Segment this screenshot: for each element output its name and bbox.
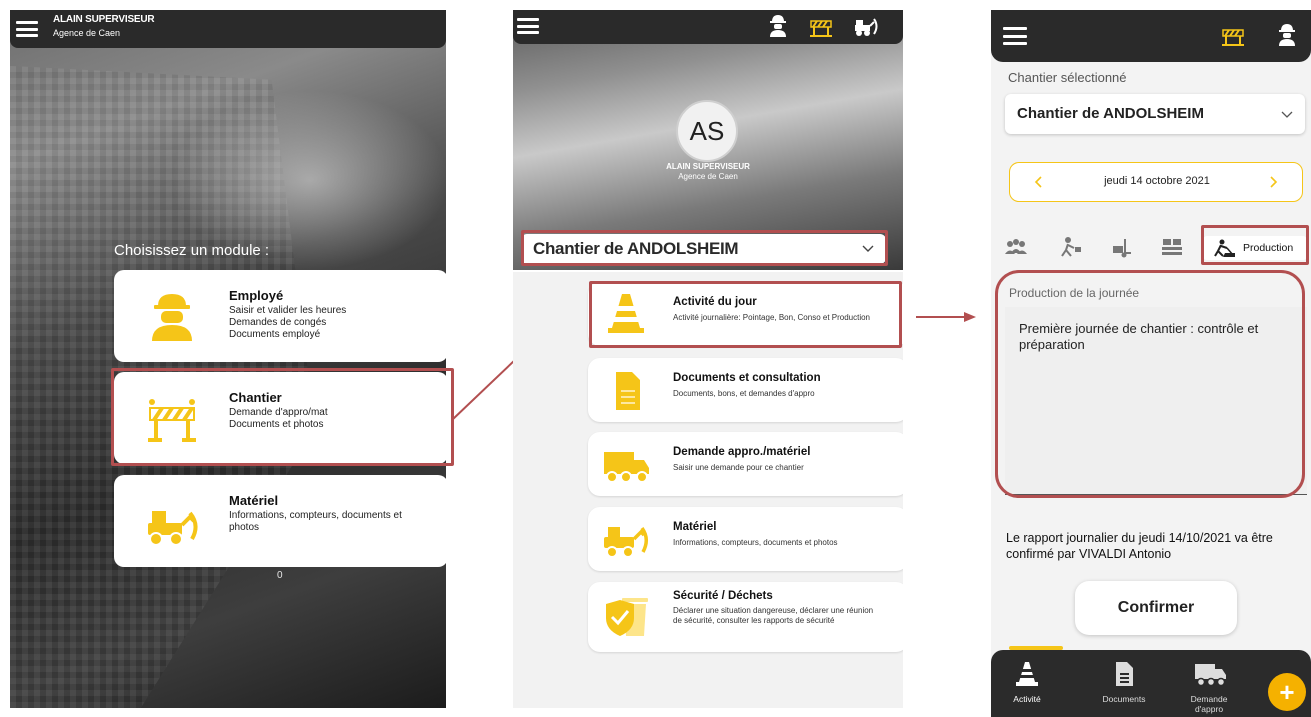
action-card-demande[interactable]: Demande appro./matériel Saisir une deman…: [588, 432, 903, 496]
site-select-value: Chantier de ANDOLSHEIM: [533, 239, 739, 258]
bottom-nav: Activité Documents Demande d'appro: [991, 646, 1311, 717]
chevron-down-icon: [1281, 111, 1293, 118]
worker-icon: [152, 294, 192, 341]
nav-item-demande[interactable]: Demande d'appro: [1177, 650, 1241, 717]
module-desc-line: Documents et photos: [229, 419, 324, 430]
report-confirmation-text: Le rapport journalier du jeudi 14/10/202…: [1006, 531, 1273, 561]
date-picker: jeudi 14 octobre 2021: [1009, 162, 1303, 202]
user-name: ALAIN SUPERVISEUR: [666, 162, 750, 171]
chevron-right-icon[interactable]: [1266, 175, 1280, 189]
truck-icon: [1195, 664, 1226, 687]
arrow-head-2: [964, 312, 976, 322]
module-card-materiel[interactable]: Matériel Informations, compteurs, docume…: [114, 475, 446, 567]
module-desc-line: Documents employé: [229, 329, 321, 340]
production-field-label: Production de la journée: [1009, 286, 1140, 300]
hand-truck-icon[interactable]: [1109, 236, 1135, 258]
page-root: ALAIN SUPERVISEUR Agence de Caen Choisis…: [0, 0, 1311, 717]
action-title: Activité du jour: [673, 296, 757, 308]
worker-walk-icon[interactable]: [1058, 236, 1084, 258]
nav-label: Documents: [1102, 694, 1146, 704]
nav-label: Demande d'appro: [1190, 694, 1228, 714]
team-icon[interactable]: [1003, 236, 1029, 258]
production-textarea[interactable]: Première journée de chantier : contrôle …: [1005, 307, 1307, 495]
action-card-activite[interactable]: Activité du jour Activité journalière: P…: [588, 282, 903, 346]
chevron-down-icon: [862, 245, 874, 252]
site-select-value: Chantier de ANDOLSHEIM: [1017, 105, 1204, 122]
action-title: Demande appro./matériel: [673, 446, 811, 458]
module-title: Chantier: [229, 390, 282, 405]
add-button[interactable]: +: [1268, 673, 1306, 711]
module-description: Demande d'appro/mat Documents et photos: [229, 407, 429, 431]
menu-icon[interactable]: [16, 21, 38, 37]
top-bar: [513, 10, 903, 44]
menu-icon[interactable]: [1003, 27, 1027, 45]
activity-tabs: Production: [991, 232, 1311, 262]
date-value: jeudi 14 octobre 2021: [1104, 175, 1210, 187]
site-select[interactable]: Chantier de ANDOLSHEIM: [1005, 94, 1305, 134]
avatar[interactable]: AS: [676, 100, 738, 162]
user-agency: Agence de Caen: [678, 172, 738, 181]
module-title: Matériel: [229, 493, 279, 508]
site-select[interactable]: Chantier de ANDOLSHEIM: [521, 234, 886, 264]
barrier-icon[interactable]: [808, 14, 834, 38]
module-title: Employé: [229, 288, 284, 303]
cone-icon: [1016, 662, 1038, 686]
selected-site-label: Chantier sélectionné: [1008, 70, 1127, 85]
module-desc-line: Demande d'appro/mat: [229, 407, 328, 418]
loader-icon[interactable]: [853, 14, 879, 38]
screen-module-select: ALAIN SUPERVISEUR Agence de Caen Choisis…: [10, 10, 446, 708]
nav-label: Activité: [1013, 694, 1041, 704]
confirm-button[interactable]: Confirmer: [1075, 581, 1237, 635]
action-card-documents[interactable]: Documents et consultation Documents, bon…: [588, 358, 903, 422]
action-description: Documents, bons, et demandes d'appro: [673, 389, 815, 398]
module-desc-line: Demandes de congés: [229, 317, 327, 328]
barrier-icon: [148, 399, 196, 442]
module-desc-line: Saisir et valider les heures: [229, 305, 347, 316]
truck-icon: [604, 452, 649, 483]
document-icon: [616, 372, 640, 410]
action-description: Informations, compteurs, documents et ph…: [673, 538, 838, 547]
menu-icon[interactable]: [517, 18, 539, 34]
user-name: ALAIN SUPERVISEUR: [53, 14, 155, 25]
action-description: Déclarer une situation dangereuse, décla…: [673, 606, 874, 625]
counter-text: 0: [277, 570, 283, 581]
module-description: Informations, compteurs, documents et ph…: [229, 510, 402, 533]
module-description: Saisir et valider les heures Demandes de…: [229, 305, 429, 341]
barrier-icon[interactable]: [1220, 23, 1246, 47]
module-card-employe[interactable]: Employé Saisir et valider les heures Dem…: [114, 270, 446, 362]
document-icon: [1116, 662, 1133, 686]
digging-worker-icon: [1214, 239, 1235, 257]
production-text: Première journée de chantier : contrôle …: [1019, 321, 1259, 352]
screen-site-menu: AS ALAIN SUPERVISEUR Agence de Caen Chan…: [513, 10, 903, 708]
loader-icon: [148, 511, 198, 546]
action-card-materiel[interactable]: Matériel Informations, compteurs, docume…: [588, 507, 903, 571]
worker-icon[interactable]: [765, 14, 791, 38]
action-title: Matériel: [673, 521, 717, 533]
action-title: Documents et consultation: [673, 372, 821, 384]
action-card-securite[interactable]: Sécurité / Déchets Déclarer une situatio…: [588, 582, 903, 652]
nav-item-documents[interactable]: Documents: [1091, 650, 1157, 717]
tab-production[interactable]: Production: [1203, 236, 1307, 260]
worker-icon[interactable]: [1274, 23, 1300, 47]
top-bar: [991, 10, 1311, 62]
safety-bin-icon: [606, 598, 648, 636]
action-title: Sécurité / Déchets: [673, 590, 773, 602]
tab-production-label: Production: [1243, 242, 1294, 254]
pallet-icon[interactable]: [1159, 236, 1185, 258]
action-description: Activité journalière: Pointage, Bon, Con…: [673, 313, 871, 322]
action-list: Activité du jour Activité journalière: P…: [513, 272, 903, 708]
choose-module-heading: Choisissez un module :: [114, 242, 270, 259]
action-description: Saisir une demande pour ce chantier: [673, 463, 804, 472]
top-bar: ALAIN SUPERVISEUR Agence de Caen: [10, 10, 446, 48]
loader-icon: [604, 526, 648, 558]
user-agency: Agence de Caen: [53, 28, 121, 38]
nav-item-activite[interactable]: Activité: [1001, 650, 1053, 717]
cone-icon: [608, 294, 644, 333]
module-card-chantier[interactable]: Chantier Demande d'appro/mat Documents e…: [114, 372, 446, 464]
screen-daily-activity: Chantier sélectionné Chantier de ANDOLSH…: [991, 10, 1311, 717]
